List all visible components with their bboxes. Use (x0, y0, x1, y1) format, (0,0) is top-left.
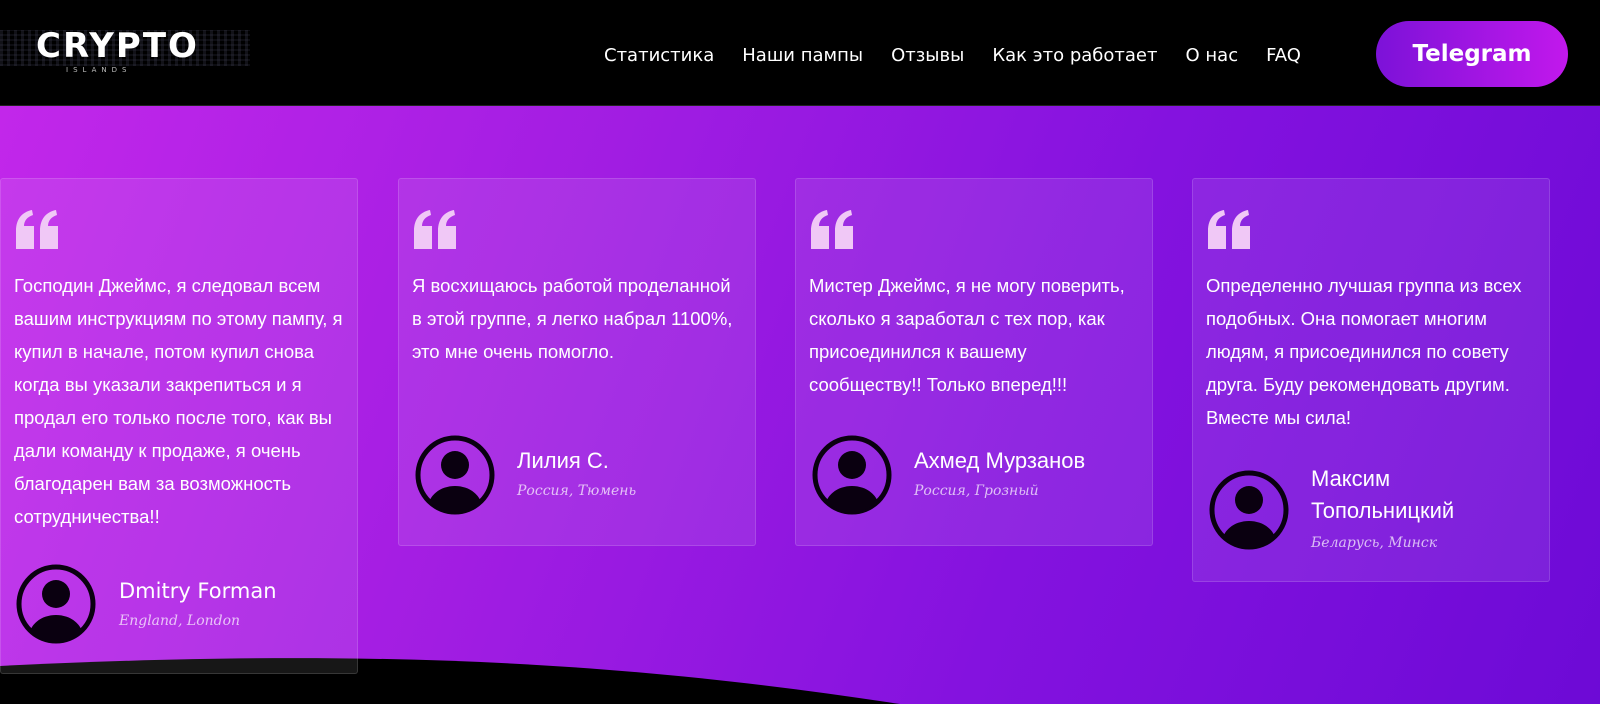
author-name: Dmitry Forman (119, 579, 277, 603)
testimonial-text: Господин Джеймс, я следовал всем вашим и… (14, 275, 343, 527)
author-location: Беларусь, Минск (1311, 535, 1438, 551)
author-location: England, London (119, 613, 241, 629)
user-avatar-icon (1209, 470, 1289, 550)
testimonial-text: Мистер Джеймс, я не могу поверить, сколь… (809, 275, 1125, 395)
logo-subtitle: ISLANDS (66, 66, 132, 74)
testimonial-card: Я восхищаюсь работой проделанной в этой … (398, 178, 756, 546)
author-location: Россия, Тюмень (517, 483, 637, 499)
quote-icon (1208, 210, 1250, 249)
testimonial-text: Я восхищаюсь работой проделанной в этой … (412, 275, 733, 362)
user-avatar-icon (812, 435, 892, 515)
nav-link-our-pumps[interactable]: Наши пампы (742, 45, 863, 66)
author-name: Ахмед Мурзанов (914, 448, 1086, 473)
author-name: Максим Топольницкий (1311, 466, 1455, 523)
logo[interactable]: CRYPTO ISLANDS (0, 22, 250, 82)
nav-link-statistics[interactable]: Статистика (604, 45, 714, 66)
testimonial-text: Определенно лучшая группа из всех подобн… (1206, 275, 1522, 428)
testimonial-card: Господин Джеймс, я следовал всем вашим и… (0, 178, 358, 674)
testimonial-card: Определенно лучшая группа из всех подобн… (1192, 178, 1550, 582)
author-location: Россия, Грозный (914, 483, 1039, 499)
quote-icon (414, 210, 456, 249)
user-avatar-icon (16, 564, 96, 644)
nav-link-how-it-works[interactable]: Как это работает (992, 45, 1157, 66)
author-name: Лилия С. (517, 448, 609, 473)
quote-icon (16, 210, 58, 249)
nav-link-about[interactable]: О нас (1186, 45, 1239, 66)
testimonial-card: Мистер Джеймс, я не могу поверить, сколь… (795, 178, 1153, 546)
quote-icon (811, 210, 853, 249)
nav-link-faq[interactable]: FAQ (1266, 45, 1301, 66)
site-header: CRYPTO ISLANDS Статистика Наши пампы Отз… (0, 0, 1600, 106)
main-nav: Статистика Наши пампы Отзывы Как это раб… (604, 40, 1301, 70)
user-avatar-icon (415, 435, 495, 515)
telegram-button[interactable]: Telegram (1376, 21, 1568, 87)
testimonials-section: Господин Джеймс, я следовал всем вашим и… (0, 106, 1600, 704)
nav-link-reviews[interactable]: Отзывы (891, 45, 964, 66)
logo-text: CRYPTO (36, 26, 199, 66)
